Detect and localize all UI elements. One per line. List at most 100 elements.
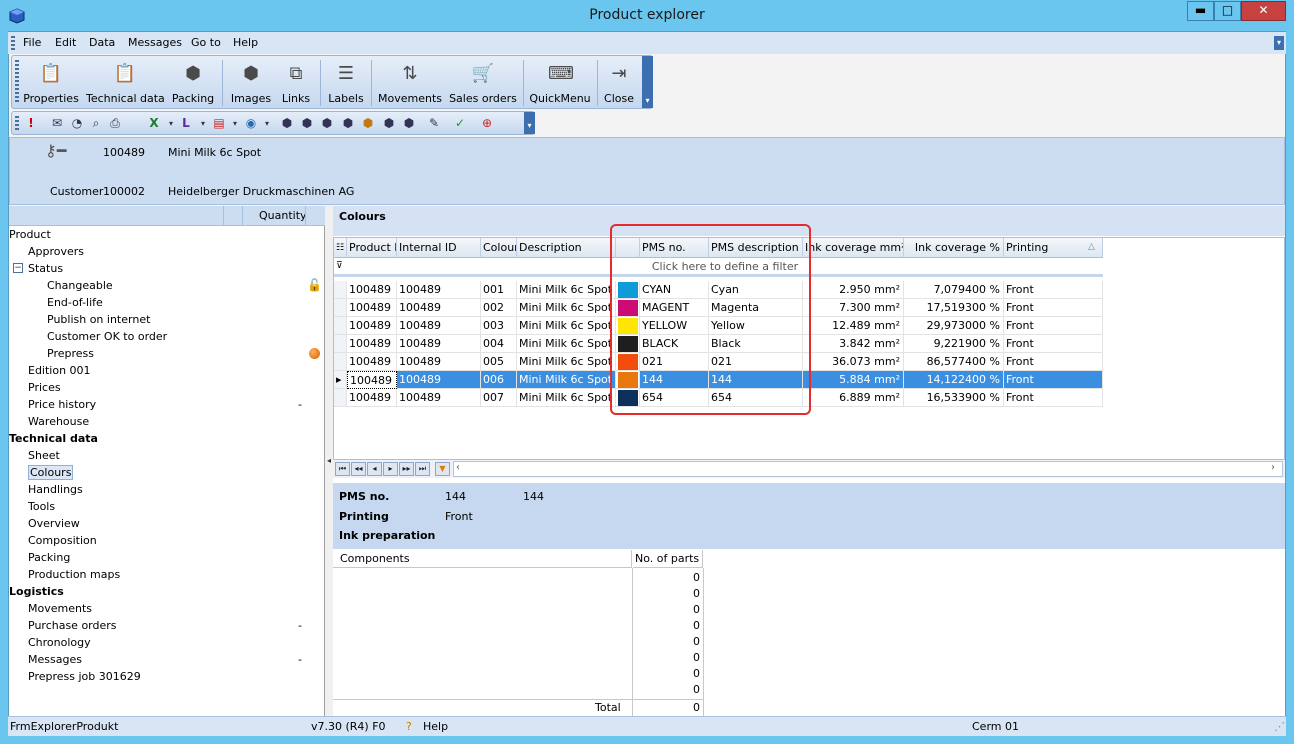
horizontal-scrollbar[interactable]: ‹ › — [453, 461, 1283, 477]
cell-colour[interactable]: 002 — [481, 299, 517, 317]
cell-desc[interactable]: Mini Milk 6c Spot — [517, 335, 616, 353]
cell-mm2[interactable]: 36.073 mm² — [803, 353, 904, 371]
tree-item[interactable]: Prepress — [9, 345, 325, 362]
check-icon[interactable]: ✓ — [451, 115, 469, 132]
menu-data[interactable]: Data — [89, 32, 115, 54]
cell-product[interactable]: 100489 — [347, 299, 397, 317]
toolbar2-overflow-icon[interactable]: ▾ — [524, 112, 535, 134]
cell-product[interactable]: 100489 — [347, 371, 397, 389]
cell-mm2[interactable]: 3.842 mm² — [803, 335, 904, 353]
col-colour[interactable]: Colour — [481, 238, 517, 258]
cell-mm2[interactable]: 12.489 mm² — [803, 317, 904, 335]
cell-desc[interactable]: Mini Milk 6c Spot — [517, 371, 616, 389]
cell-mm2[interactable]: 7.300 mm² — [803, 299, 904, 317]
tree-item[interactable]: Messages - — [9, 651, 325, 668]
menu-messages[interactable]: Messages — [128, 32, 182, 54]
cube-icon-1[interactable]: ⬢ — [278, 115, 296, 132]
scroll-right-icon[interactable]: › — [1271, 462, 1275, 473]
row-indicator[interactable] — [334, 335, 347, 353]
prev-page-icon[interactable]: ◂◂ — [351, 462, 366, 476]
cell-product[interactable]: 100489 — [347, 317, 397, 335]
grid-column-chooser-icon[interactable]: ☷ — [334, 238, 347, 258]
cell-pct[interactable]: 7,079400 % — [904, 281, 1004, 299]
cell-desc[interactable]: Mini Milk 6c Spot — [517, 299, 616, 317]
cell-internal[interactable]: 100489 — [397, 317, 481, 335]
cell-desc[interactable]: Mini Milk 6c Spot — [517, 389, 616, 407]
tree-item[interactable]: Technical data — [9, 430, 325, 447]
row-indicator[interactable] — [334, 299, 347, 317]
labels-button[interactable]: ☰ Labels — [325, 58, 367, 108]
tree-item[interactable]: Approvers — [9, 243, 325, 260]
status-help[interactable]: Help — [423, 717, 448, 736]
cell-mm2[interactable]: 5.884 mm² — [803, 371, 904, 389]
col-description[interactable]: Description — [517, 238, 616, 258]
tree-item[interactable]: Composition — [9, 532, 325, 549]
tree-item[interactable]: Packing — [9, 549, 325, 566]
scroll-left-icon[interactable]: ‹ — [456, 462, 460, 473]
excel-icon[interactable]: X — [145, 115, 163, 132]
prev-record-icon[interactable]: ◂ — [367, 462, 382, 476]
tree-item[interactable]: Handlings — [9, 481, 325, 498]
cell-colour[interactable]: 003 — [481, 317, 517, 335]
cell-colour[interactable]: 005 — [481, 353, 517, 371]
cube-icon-7[interactable]: ⬢ — [400, 115, 418, 132]
row-indicator[interactable] — [334, 353, 347, 371]
first-page-icon[interactable]: ⏮ — [335, 462, 350, 476]
tree-item[interactable]: Customer OK to order — [9, 328, 325, 345]
cell-colour[interactable]: 006 — [481, 371, 517, 389]
tree-item[interactable]: Logistics — [9, 583, 325, 600]
tree-item[interactable]: Chronology — [9, 634, 325, 651]
cube-icon-4[interactable]: ⬢ — [339, 115, 357, 132]
collapse-arrow-icon[interactable]: ◂ — [327, 456, 331, 465]
tree-item[interactable]: Edition 001 — [9, 362, 325, 379]
cell-printing[interactable]: Front — [1004, 389, 1103, 407]
tree-item[interactable]: Publish on internet — [9, 311, 325, 328]
print-icon[interactable]: ⎙ — [106, 115, 124, 132]
maximize-button[interactable]: □ — [1214, 1, 1241, 21]
toolbar-grip[interactable] — [15, 116, 19, 130]
packing-button[interactable]: ⬢ Packing — [170, 58, 216, 108]
last-page-icon[interactable]: ⏭ — [415, 462, 430, 476]
cell-colour[interactable]: 007 — [481, 389, 517, 407]
tree-item[interactable]: Product — [9, 226, 325, 243]
menu-file[interactable]: File — [23, 32, 41, 54]
cell-internal[interactable]: 100489 — [397, 335, 481, 353]
resize-grip-icon[interactable]: ⋰ — [1274, 717, 1285, 736]
preview-icon[interactable]: ◔ — [68, 115, 86, 132]
collapse-toggle-icon[interactable]: − — [13, 263, 23, 273]
globe-dropdown-icon[interactable]: ▾ — [258, 115, 276, 132]
mail-icon[interactable]: ✉ — [48, 115, 66, 132]
cell-internal[interactable]: 100489 — [397, 371, 481, 389]
cube-icon-2[interactable]: ⬢ — [298, 115, 316, 132]
cell-printing[interactable]: Front — [1004, 335, 1103, 353]
row-indicator[interactable] — [334, 389, 347, 407]
tree-item[interactable]: Sheet — [9, 447, 325, 464]
cell-internal[interactable]: 100489 — [397, 299, 481, 317]
tree-item[interactable]: Movements — [9, 600, 325, 617]
cube-icon-5[interactable]: ⬢ — [359, 115, 377, 132]
tree-item[interactable]: End-of-life — [9, 294, 325, 311]
next-page-icon[interactable]: ▸▸ — [399, 462, 414, 476]
minimize-button[interactable]: ▬ — [1187, 1, 1214, 21]
tree-item[interactable]: Prepress job 301629 — [9, 668, 325, 685]
components-header[interactable]: Components — [333, 550, 632, 568]
links-button[interactable]: ⧉ Links — [278, 58, 314, 108]
filter-funnel-icon[interactable]: ▼ — [435, 462, 450, 476]
priority-icon[interactable]: ! — [22, 115, 40, 132]
menu-overflow-icon[interactable]: ▾ — [1274, 36, 1284, 50]
menu-grip[interactable] — [11, 36, 15, 50]
row-indicator[interactable] — [334, 281, 347, 299]
next-record-icon[interactable]: ▸ — [383, 462, 398, 476]
images-button[interactable]: ⬢ Images — [228, 58, 274, 108]
help-icon[interactable]: ? — [406, 717, 412, 736]
row-indicator-arrow-icon[interactable]: ▸ — [334, 371, 347, 389]
cell-product[interactable]: 100489 — [347, 353, 397, 371]
menu-edit[interactable]: Edit — [55, 32, 76, 54]
cell-colour[interactable]: 001 — [481, 281, 517, 299]
sales-orders-button[interactable]: 🛒 Sales orders — [448, 58, 518, 108]
cell-internal[interactable]: 100489 — [397, 353, 481, 371]
cell-desc[interactable]: Mini Milk 6c Spot — [517, 353, 616, 371]
cell-pct[interactable]: 16,533900 % — [904, 389, 1004, 407]
cell-colour[interactable]: 004 — [481, 335, 517, 353]
tree-item[interactable]: Production maps — [9, 566, 325, 583]
